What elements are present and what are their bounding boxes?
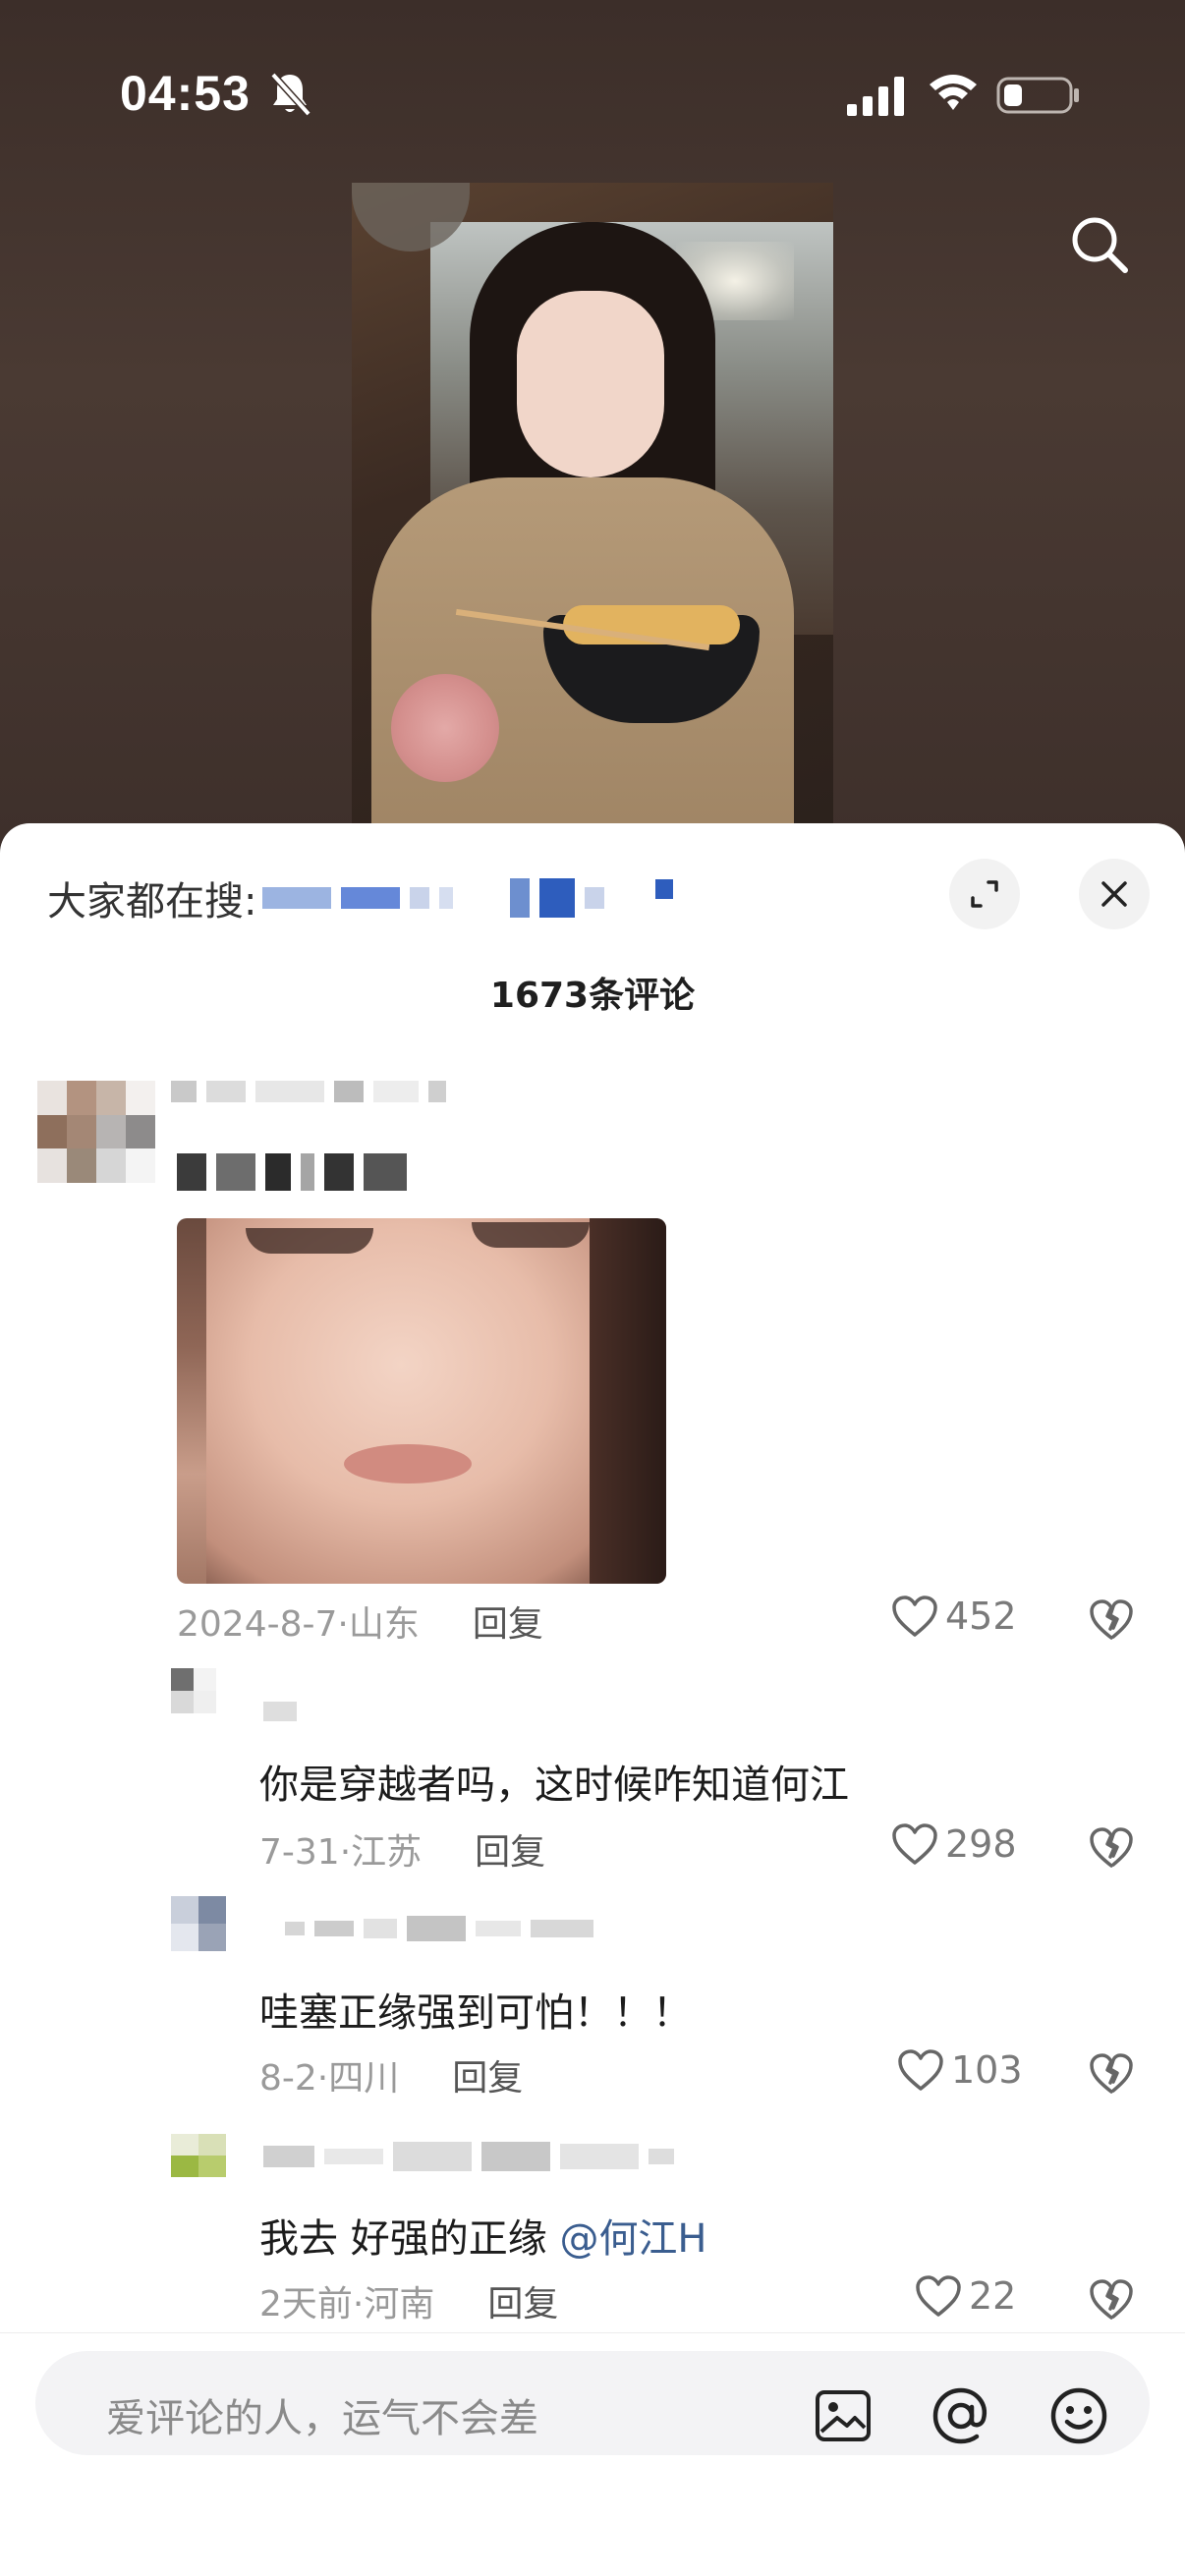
like-count: 103	[951, 2048, 1023, 2092]
comment-image[interactable]	[177, 1218, 666, 1584]
expand-icon	[971, 880, 998, 908]
username-blurred[interactable]	[263, 1702, 307, 1721]
video-player[interactable]	[352, 183, 833, 847]
dislike-button[interactable]	[1087, 2049, 1136, 2099]
reply-button[interactable]: 回复	[487, 2275, 558, 2326]
trending-label: 大家都在搜:	[47, 879, 257, 924]
heart-icon	[916, 2275, 961, 2317]
broken-heart-icon	[1090, 1599, 1133, 1640]
search-icon	[1072, 217, 1128, 273]
wifi-icon	[930, 75, 977, 110]
dislike-button[interactable]	[1087, 2275, 1136, 2324]
heart-icon	[892, 1596, 937, 1637]
like-button[interactable]: 103	[896, 2047, 1023, 2093]
status-time: 04:53	[120, 66, 251, 121]
comment-text: 我去 好强的正缘 @何江H	[259, 2207, 707, 2264]
battery-icon	[996, 77, 1079, 114]
mention-button[interactable]	[930, 2384, 992, 2447]
comment-input-bar: 爱评论的人，运气不会差	[0, 2332, 1185, 2576]
username-blurred[interactable]	[285, 1916, 603, 1941]
like-count: 452	[945, 1595, 1017, 1638]
comment-meta: 7-31·江苏 回复	[259, 1823, 545, 1875]
comment-sheet: 大家都在搜: 1673条评论 2024-8-7·山东 回复 452 你是穿越者吗…	[0, 823, 1185, 2576]
like-count: 22	[969, 2274, 1017, 2318]
comment-date: 7-31·江苏	[259, 1832, 423, 1873]
comment-input-placeholder: 爱评论的人，运气不会差	[106, 2396, 538, 2441]
emoji-button[interactable]	[1047, 2384, 1110, 2447]
avatar[interactable]	[37, 1081, 155, 1183]
broken-heart-icon	[1090, 1827, 1133, 1868]
comment-text-body: 我去 好强的正缘	[259, 2216, 547, 2262]
cellular-signal-icon	[847, 77, 904, 116]
comment-image-eye	[246, 1228, 373, 1254]
username-blurred[interactable]	[171, 1081, 456, 1102]
comment-meta: 2024-8-7·山东 回复	[177, 1596, 543, 1647]
image-icon	[816, 2390, 871, 2441]
like-button[interactable]: 22	[914, 2273, 1016, 2319]
comment-text: 你是穿越者吗，这时候咋知道何江	[259, 1763, 849, 1808]
comment-input[interactable]: 爱评论的人，运气不会差	[35, 2351, 1150, 2455]
dislike-button[interactable]	[1087, 1823, 1136, 1873]
heart-icon	[898, 2049, 943, 2091]
dislike-button[interactable]	[1087, 1596, 1136, 1645]
comment-text-blurred	[177, 1153, 417, 1191]
video-scrunchie	[391, 674, 499, 782]
at-icon	[932, 2387, 988, 2444]
reply-button[interactable]: 回复	[452, 2049, 523, 2100]
comment-text: 哇塞正缘强到可怕！！！	[259, 1990, 692, 2036]
comment-image-lips	[344, 1444, 472, 1484]
video-area[interactable]: 04:53	[0, 0, 1185, 847]
comment-image-hair	[590, 1218, 666, 1584]
expand-button[interactable]	[949, 859, 1020, 929]
like-button[interactable]: 452	[890, 1594, 1017, 1639]
comment-meta: 8-2·四川 回复	[259, 2049, 523, 2100]
comment-date: 2天前·河南	[259, 2284, 435, 2324]
avatar[interactable]	[171, 1668, 216, 1713]
heart-icon	[892, 1823, 937, 1865]
trending-search[interactable]: 大家都在搜:	[47, 870, 683, 925]
username-blurred[interactable]	[263, 2142, 684, 2171]
comment-date: 2024-8-7·山东	[177, 1604, 420, 1645]
comment-image-face	[206, 1218, 639, 1584]
status-bar: 04:53	[0, 0, 1185, 196]
broken-heart-icon	[1090, 2279, 1133, 2320]
avatar[interactable]	[171, 2134, 226, 2177]
like-button[interactable]: 298	[890, 1821, 1017, 1867]
reply-button[interactable]: 回复	[475, 1823, 545, 1875]
broken-heart-icon	[1090, 2053, 1133, 2094]
comment-count: 1673条评论	[489, 976, 696, 1016]
comment-image-eye	[472, 1222, 590, 1248]
mention-link[interactable]: @何江H	[559, 2216, 706, 2262]
like-count: 298	[945, 1822, 1017, 1866]
comment-meta: 2天前·河南 回复	[259, 2275, 558, 2326]
close-icon	[1101, 881, 1127, 907]
close-button[interactable]	[1079, 859, 1150, 929]
trending-query-blurred	[262, 878, 683, 918]
emoji-icon	[1050, 2387, 1107, 2444]
avatar[interactable]	[171, 1896, 226, 1951]
image-button[interactable]	[812, 2384, 875, 2447]
video-person-face	[517, 291, 664, 477]
reply-button[interactable]: 回复	[473, 1596, 543, 1647]
comment-date: 8-2·四川	[259, 2058, 400, 2099]
search-button[interactable]	[1063, 208, 1136, 281]
bell-slash-icon	[270, 72, 311, 117]
